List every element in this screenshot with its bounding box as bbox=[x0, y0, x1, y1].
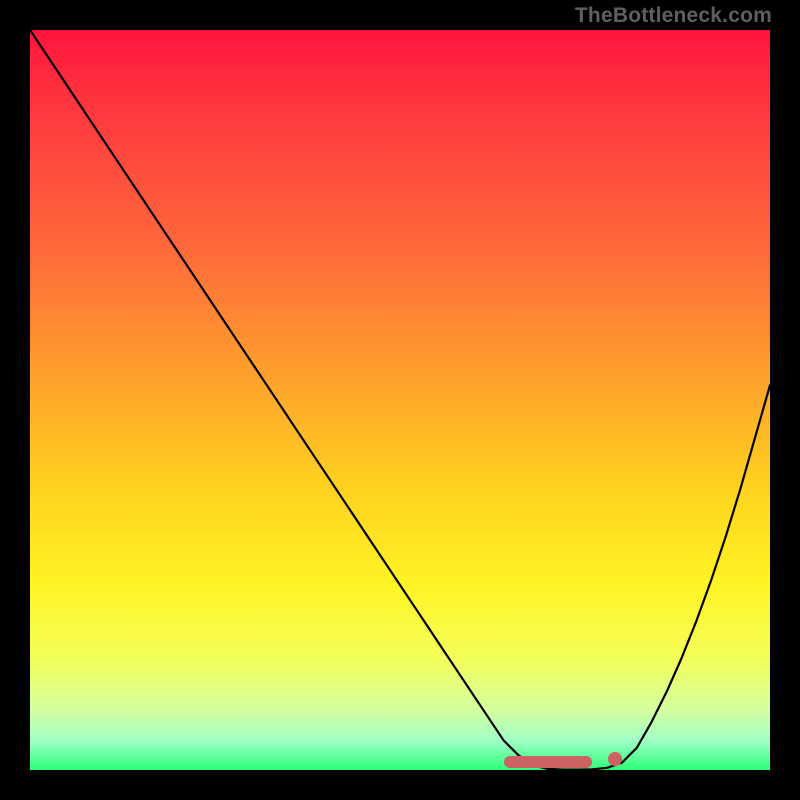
bottleneck-curve bbox=[30, 30, 770, 770]
optimal-point-marker bbox=[608, 752, 622, 766]
watermark-text: TheBottleneck.com bbox=[575, 4, 772, 28]
chart-plot-area bbox=[30, 30, 770, 770]
optimal-range-marker bbox=[504, 756, 593, 768]
